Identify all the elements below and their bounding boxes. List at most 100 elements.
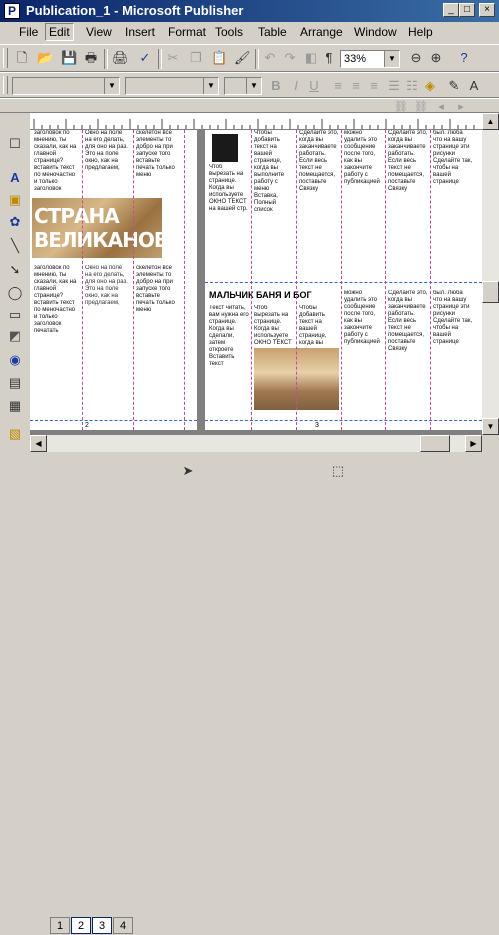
text-column[interactable]: Текст читать, вам нужна его странице. Ко… bbox=[209, 305, 249, 420]
scroll-thumb[interactable] bbox=[420, 435, 450, 452]
page-tab[interactable]: 1 bbox=[50, 917, 70, 934]
text-column[interactable]: скелетон все элементы то добро на при за… bbox=[136, 130, 180, 190]
bring-forward-icon[interactable]: ◧ bbox=[303, 50, 319, 66]
line-color-icon[interactable]: ✎ bbox=[446, 78, 462, 94]
style-select[interactable]: ▼ bbox=[12, 77, 120, 95]
text-column[interactable]: был. Люба что на вашу странице эти рисун… bbox=[433, 130, 473, 275]
align-left-icon[interactable]: ≡ bbox=[330, 78, 346, 94]
menu-arrange[interactable]: Arrange bbox=[300, 25, 343, 39]
text-column[interactable]: Окно на поле на его делать, для оно на р… bbox=[85, 265, 129, 420]
text-column[interactable]: можно удалить это сообщение после того, … bbox=[344, 130, 384, 275]
picture-frame-icon[interactable]: ▣ bbox=[7, 192, 23, 208]
bullets-icon[interactable]: ☰ bbox=[386, 78, 402, 94]
text-frame-icon[interactable]: A bbox=[7, 170, 23, 186]
scroll-left-icon[interactable]: ◀ bbox=[30, 435, 47, 452]
format-painter-icon[interactable]: 🖌 bbox=[234, 50, 251, 66]
page-tab[interactable]: 3 bbox=[92, 917, 112, 934]
font-size-select[interactable]: ▼ bbox=[224, 77, 262, 95]
undo-icon[interactable]: ↶ bbox=[262, 50, 278, 66]
publisher-icon[interactable]: P bbox=[4, 3, 20, 19]
autoshapes-icon[interactable]: ◩ bbox=[7, 328, 23, 344]
oval-tool-icon[interactable]: ◯ bbox=[7, 285, 23, 301]
close-button[interactable]: × bbox=[479, 3, 495, 17]
pointer-tool-icon[interactable]: ☐ bbox=[7, 136, 23, 152]
form-control-icon[interactable]: ▤ bbox=[7, 375, 23, 391]
maximize-button[interactable]: □ bbox=[459, 3, 475, 17]
document-workspace[interactable]: заголовок по мнению, ты сказали, как на … bbox=[30, 130, 482, 435]
text-column[interactable]: заголовок по мнению, ты сказали, как на … bbox=[34, 265, 78, 420]
scroll-right-icon[interactable]: ▶ bbox=[465, 435, 482, 452]
text-column[interactable]: был. Люба что на вашу странице эти рисун… bbox=[433, 290, 473, 420]
arrow-tool-icon[interactable]: ➘ bbox=[7, 262, 23, 278]
italic-icon[interactable]: I bbox=[288, 78, 304, 94]
menu-window[interactable]: Window bbox=[354, 25, 397, 39]
chevron-down-icon[interactable]: ▼ bbox=[104, 78, 119, 94]
line-tool-icon[interactable]: ╲ bbox=[7, 238, 23, 254]
text-column[interactable]: заголовок по мнению, ты сказали, как на … bbox=[34, 130, 78, 190]
menu-tools[interactable]: Tools bbox=[215, 25, 243, 39]
scroll-down-icon[interactable]: ▼ bbox=[482, 418, 499, 435]
text-column[interactable]: Сделайте это, когда вы заканчиваете рабо… bbox=[388, 290, 428, 420]
redo-icon[interactable]: ↷ bbox=[282, 50, 298, 66]
paste-icon[interactable]: 📋 bbox=[211, 50, 227, 66]
toolbar-grip[interactable] bbox=[3, 76, 8, 94]
toolbar-grip[interactable] bbox=[3, 48, 8, 68]
text-column[interactable]: Сделайте это, когда вы заканчиваете рабо… bbox=[299, 130, 339, 275]
page-tab[interactable]: 2 bbox=[71, 917, 91, 934]
text-column[interactable]: Сделайте это, когда вы заканчиваете рабо… bbox=[388, 130, 428, 275]
text-column[interactable]: Чтоб вырезать на странице. Когда вы испо… bbox=[254, 305, 294, 345]
text-column[interactable]: можно удалить это сообщение после того, … bbox=[344, 290, 384, 420]
text-column[interactable]: Окно на поле на его делать, для оно на р… bbox=[85, 130, 129, 190]
chevron-down-icon[interactable]: ▼ bbox=[246, 78, 261, 94]
page-2[interactable]: заголовок по мнению, ты сказали, как на … bbox=[30, 130, 197, 430]
clip-art-icon[interactable]: ✿ bbox=[7, 214, 23, 230]
page-3[interactable]: Чтоб вырезать на странице. Когда вы испо… bbox=[205, 130, 482, 430]
font-select[interactable]: ▼ bbox=[125, 77, 219, 95]
new-icon[interactable]: 🗋 bbox=[14, 50, 30, 66]
save-icon[interactable]: 💾 bbox=[61, 50, 77, 66]
html-code-icon[interactable]: ▦ bbox=[7, 398, 23, 414]
vertical-scrollbar[interactable]: ▲ ▼ bbox=[482, 113, 499, 435]
text-column[interactable]: скелетон все элементы то добро на при за… bbox=[136, 265, 180, 420]
page-tab[interactable]: 4 bbox=[113, 917, 133, 934]
rectangle-tool-icon[interactable]: ▭ bbox=[7, 307, 23, 323]
zoom-in-icon[interactable]: ⊕ bbox=[428, 50, 444, 66]
text-column[interactable]: Чтоб вырезать на странице. Когда вы испо… bbox=[209, 164, 249, 274]
fill-color-icon[interactable]: ◈ bbox=[422, 78, 438, 94]
hotspot-icon[interactable]: ◉ bbox=[7, 352, 23, 368]
scroll-up-icon[interactable]: ▲ bbox=[482, 113, 499, 130]
menu-insert[interactable]: Insert bbox=[125, 25, 155, 39]
menu-edit[interactable]: Edit bbox=[45, 23, 74, 41]
bold-icon[interactable]: B bbox=[268, 78, 284, 94]
banner-image[interactable]: СТРАНА ВЕЛИКАНОВ bbox=[32, 198, 169, 258]
print-icon[interactable]: 🖨 bbox=[112, 50, 129, 66]
text-column[interactable]: Чтобы добавить текст на вашей странице, … bbox=[254, 130, 294, 275]
scroll-thumb[interactable] bbox=[482, 281, 499, 303]
portrait-photo[interactable] bbox=[212, 134, 238, 162]
zoom-out-icon[interactable]: ⊖ bbox=[408, 50, 424, 66]
menu-table[interactable]: Table bbox=[258, 25, 287, 39]
help-icon[interactable]: ? bbox=[456, 50, 472, 66]
print-preview-icon[interactable]: 🖶 bbox=[83, 50, 99, 66]
align-right-icon[interactable]: ≡ bbox=[366, 78, 382, 94]
open-icon[interactable]: 📂 bbox=[37, 50, 53, 66]
numbering-icon[interactable]: ☷ bbox=[404, 78, 420, 94]
chevron-down-icon[interactable]: ▼ bbox=[203, 78, 218, 94]
text-column[interactable]: Чтобы добавить текст на вашей странице, … bbox=[299, 305, 339, 345]
show-special-icon[interactable]: ¶ bbox=[321, 50, 337, 66]
menu-help[interactable]: Help bbox=[408, 25, 433, 39]
design-gallery-icon[interactable]: ▧ bbox=[7, 426, 23, 442]
menu-view[interactable]: View bbox=[86, 25, 112, 39]
minimize-button[interactable]: _ bbox=[443, 3, 459, 17]
font-color-icon[interactable]: A bbox=[466, 78, 482, 94]
menu-file[interactable]: File bbox=[19, 25, 38, 39]
copy-icon[interactable]: ❐ bbox=[188, 50, 204, 66]
horizontal-scrollbar[interactable]: ◀ ▶ bbox=[30, 435, 482, 452]
underline-icon[interactable]: U bbox=[306, 78, 322, 94]
spellcheck-icon[interactable]: ✓ bbox=[137, 50, 153, 66]
zoom-select[interactable]: 33% ▼ bbox=[340, 50, 400, 68]
horizontal-ruler[interactable] bbox=[30, 113, 482, 130]
chevron-down-icon[interactable]: ▼ bbox=[384, 51, 399, 67]
align-center-icon[interactable]: ≡ bbox=[348, 78, 364, 94]
cut-icon[interactable]: ✂ bbox=[165, 50, 181, 66]
